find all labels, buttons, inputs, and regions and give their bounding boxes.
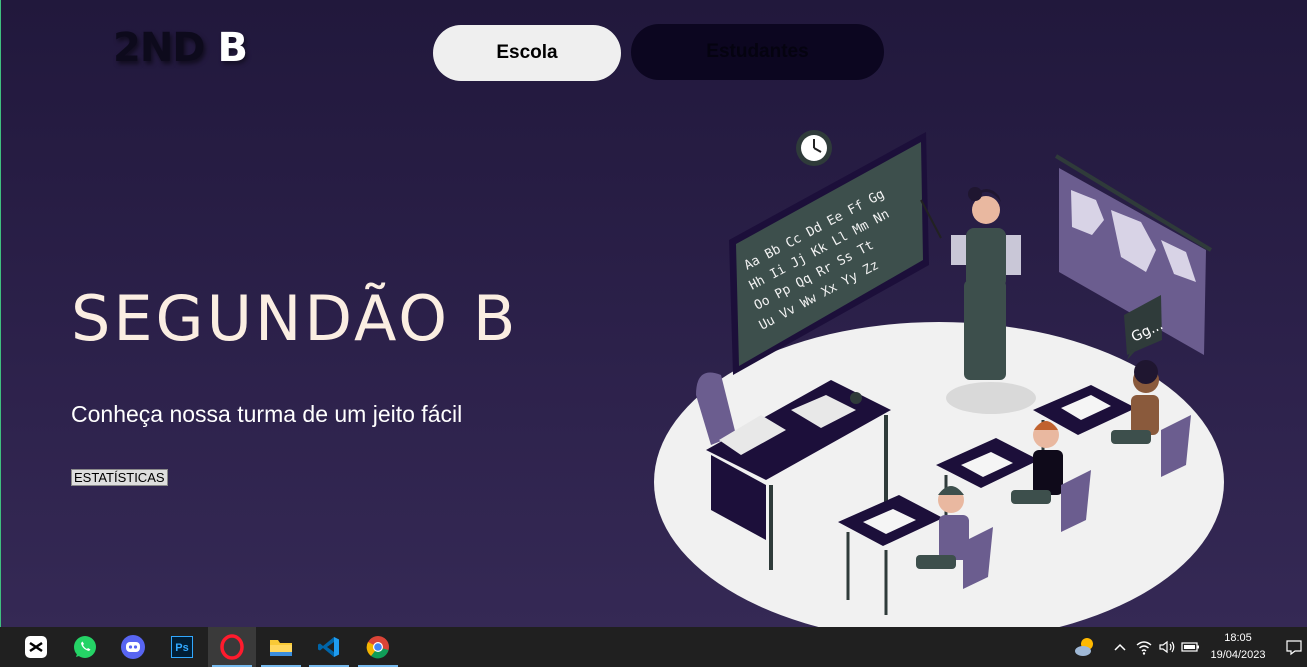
logo-text-b: B <box>217 25 247 71</box>
wifi-icon[interactable] <box>1134 637 1154 657</box>
whatsapp-icon[interactable] <box>61 627 109 667</box>
discord-icon[interactable] <box>109 627 157 667</box>
statistics-button[interactable]: ESTATÍSTICAS <box>71 469 168 486</box>
weather-icon[interactable] <box>1073 635 1097 659</box>
hero-title: SEGUNDÃO B <box>71 282 519 355</box>
system-clock[interactable]: 18:05 19/04/2023 <box>1202 630 1274 664</box>
windows-taskbar: Ps 18:05 19/04/2023 <box>0 627 1307 667</box>
main-page: 2ND B Escola Estudantes SEGUNDÃO B Conhe… <box>0 0 1307 627</box>
clock-date: 19/04/2023 <box>1210 649 1266 661</box>
volume-icon[interactable] <box>1157 637 1177 657</box>
opera-icon[interactable] <box>208 627 256 667</box>
file-explorer-icon[interactable] <box>257 627 305 667</box>
capcut-icon[interactable] <box>12 627 60 667</box>
logo-text-2nd: 2ND <box>113 25 206 71</box>
battery-icon[interactable] <box>1180 637 1200 657</box>
chevron-up-icon[interactable] <box>1110 637 1130 657</box>
photoshop-label: Ps <box>171 636 193 658</box>
nav-escola-button[interactable]: Escola <box>433 25 621 81</box>
chrome-icon[interactable] <box>354 627 402 667</box>
classroom-illustration: Aa Bb Cc Dd Ee Ff Gg Hh Ii Jj Kk Ll Mm N… <box>654 130 1224 627</box>
hero-subtitle: Conheça nossa turma de um jeito fácil <box>71 401 463 427</box>
site-logo[interactable]: 2ND B <box>113 22 248 74</box>
clock-icon <box>796 130 832 166</box>
photoshop-icon[interactable]: Ps <box>158 627 206 667</box>
clock-time: 18:05 <box>1224 632 1252 644</box>
vscode-icon[interactable] <box>305 627 353 667</box>
nav-estudantes-button[interactable]: Estudantes <box>631 24 884 80</box>
notification-icon[interactable] <box>1284 637 1304 657</box>
